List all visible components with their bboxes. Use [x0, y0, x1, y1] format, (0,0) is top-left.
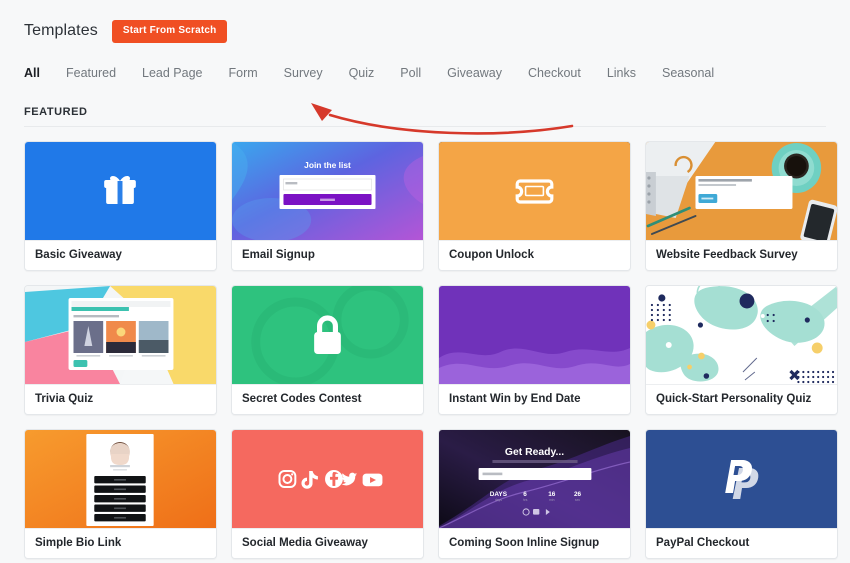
template-card[interactable]: Secret Codes Contest: [231, 285, 424, 415]
template-thumbnail-coming-soon: Get Ready... DAYS 6 16 26 days hrs min sec: [439, 430, 630, 528]
start-from-scratch-button[interactable]: Start From Scratch: [111, 19, 228, 43]
template-name: Trivia Quiz: [25, 384, 216, 414]
tab-lead-page[interactable]: Lead Page: [142, 66, 202, 82]
svg-text:Get Ready...: Get Ready...: [505, 447, 564, 458]
tab-form[interactable]: Form: [229, 66, 258, 82]
template-thumbnail-social: [232, 430, 423, 528]
template-thumbnail-paypal: [646, 430, 837, 528]
category-tabs: All Featured Lead Page Form Survey Quiz Poll Gi…: [0, 48, 850, 92]
template-card[interactable]: Simple Bio Link: [24, 429, 217, 559]
template-name: Basic Giveaway: [25, 240, 216, 270]
templates-page: Templates Start From Scratch All Featured…: [0, 0, 850, 563]
svg-text:26: 26: [574, 491, 582, 498]
page-header: Templates Start From Scratch: [0, 0, 850, 48]
tab-quiz[interactable]: Quiz: [349, 66, 375, 82]
template-name: Quick-Start Personality Quiz: [646, 384, 837, 414]
template-card[interactable]: Social Media Giveaway: [231, 429, 424, 559]
template-name: Coming Soon Inline Signup: [439, 528, 630, 558]
template-name: Social Media Giveaway: [232, 528, 423, 558]
svg-text:6: 6: [523, 491, 527, 498]
template-name: Website Feedback Survey: [646, 240, 837, 270]
svg-text:hrs: hrs: [523, 498, 528, 502]
template-thumbnail-desk-photo: [646, 142, 837, 240]
template-name: PayPal Checkout: [646, 528, 837, 558]
page-title: Templates: [24, 22, 98, 39]
template-thumbnail-coupon: [439, 142, 630, 240]
template-name: Coupon Unlock: [439, 240, 630, 270]
template-thumbnail-waves: [439, 286, 630, 384]
section-title: FEATURED: [24, 106, 88, 118]
svg-text:min: min: [549, 498, 555, 502]
template-thumbnail-blobs: [646, 286, 837, 384]
tab-all[interactable]: All: [24, 66, 40, 82]
svg-text:DAYS: DAYS: [490, 491, 508, 498]
template-thumbnail-bio: [25, 430, 216, 528]
template-thumbnail-lock: [232, 286, 423, 384]
template-grid: Basic Giveaway Join the list Email Signu…: [0, 127, 850, 559]
tab-featured[interactable]: Featured: [66, 66, 116, 82]
template-card[interactable]: Basic Giveaway: [24, 141, 217, 271]
template-card[interactable]: Join the list Email Signup: [231, 141, 424, 271]
template-thumbnail-gift: [25, 142, 216, 240]
tab-checkout[interactable]: Checkout: [528, 66, 581, 82]
template-card[interactable]: Coupon Unlock: [438, 141, 631, 271]
tab-links[interactable]: Links: [607, 66, 636, 82]
template-card[interactable]: PayPal Checkout: [645, 429, 838, 559]
template-name: Secret Codes Contest: [232, 384, 423, 414]
svg-text:days: days: [495, 498, 502, 502]
template-card[interactable]: Get Ready... DAYS 6 16 26 days hrs min sec C…: [438, 429, 631, 559]
template-thumbnail-email: Join the list: [232, 142, 423, 240]
template-name: Email Signup: [232, 240, 423, 270]
template-name: Simple Bio Link: [25, 528, 216, 558]
tab-seasonal[interactable]: Seasonal: [662, 66, 714, 82]
template-name: Instant Win by End Date: [439, 384, 630, 414]
template-card[interactable]: Quick-Start Personality Quiz: [645, 285, 838, 415]
tab-giveaway[interactable]: Giveaway: [447, 66, 502, 82]
svg-text:sec: sec: [575, 498, 581, 502]
svg-text:16: 16: [548, 491, 556, 498]
svg-text:Join the list: Join the list: [304, 160, 351, 170]
template-card[interactable]: Instant Win by End Date: [438, 285, 631, 415]
template-card[interactable]: Trivia Quiz: [24, 285, 217, 415]
tab-poll[interactable]: Poll: [400, 66, 421, 82]
tab-survey[interactable]: Survey: [284, 66, 323, 82]
template-card[interactable]: Website Feedback Survey: [645, 141, 838, 271]
template-thumbnail-trivia: [25, 286, 216, 384]
